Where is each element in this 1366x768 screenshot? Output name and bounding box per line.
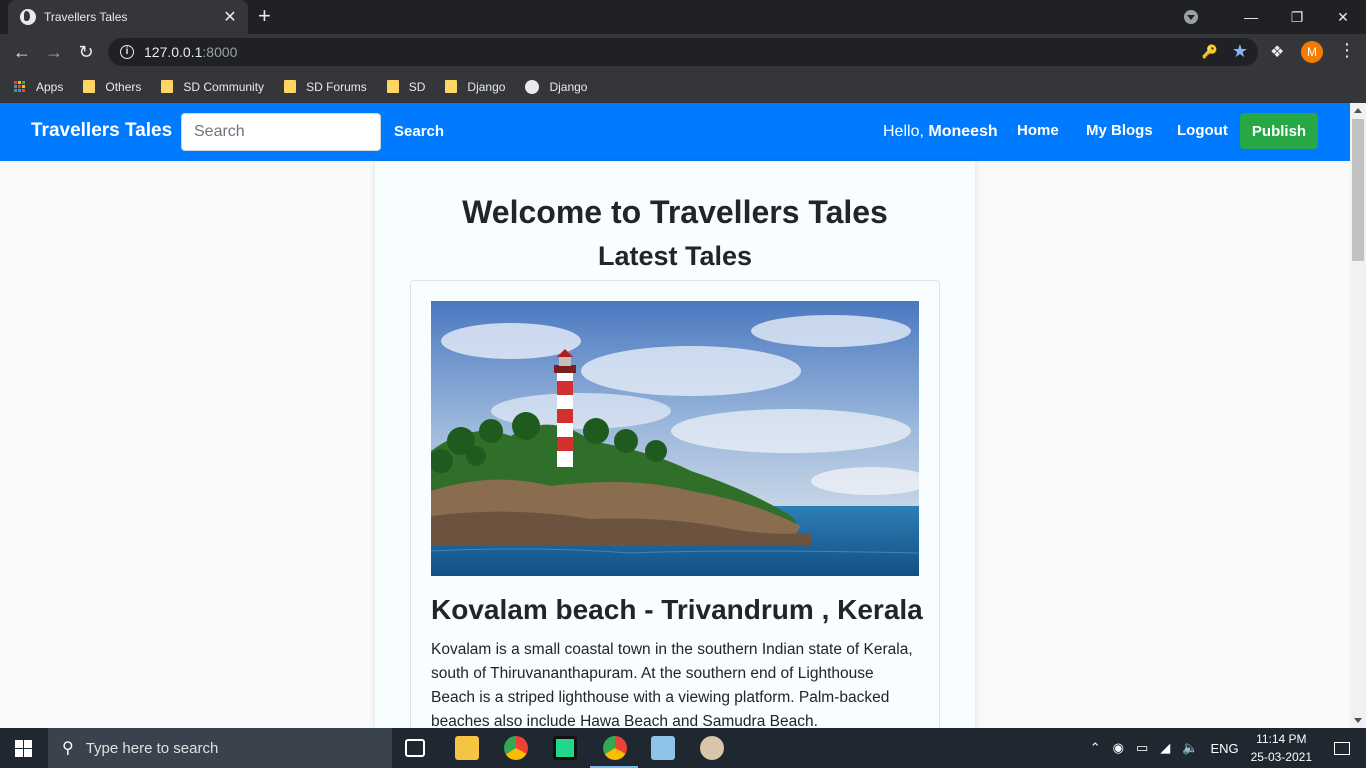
close-window-icon[interactable]: ✕	[1320, 9, 1366, 26]
browser-tab[interactable]: Travellers Tales ✕	[8, 0, 248, 34]
new-tab-button[interactable]: +	[258, 5, 271, 27]
meet-now-icon[interactable]: ◉	[1113, 740, 1124, 756]
bookmark-folder-sd-community[interactable]: SD Community	[161, 80, 264, 94]
bookmark-label: Django	[549, 79, 588, 94]
volume-icon[interactable]: 🔈	[1182, 740, 1198, 756]
page-title: Welcome to Travellers Tales	[462, 194, 888, 230]
battery-icon[interactable]: ▭	[1136, 740, 1148, 756]
language-indicator[interactable]: ENG	[1210, 741, 1238, 756]
username: Moneesh	[928, 123, 998, 140]
minimize-icon[interactable]: —	[1228, 9, 1274, 25]
browser-toolbar: ← → ↻ i 127.0.0.1:8000 🔑 ★ ❖ M ⋮	[0, 34, 1366, 70]
taskbar-search[interactable]: ⚲ Type here to search	[48, 728, 392, 768]
paint-icon[interactable]	[700, 736, 724, 760]
globe-icon	[20, 9, 36, 25]
url-port: :8000	[202, 44, 238, 60]
bookmark-label: SD	[408, 79, 426, 94]
bookmark-label: SD Forums	[306, 79, 367, 94]
task-view-icon[interactable]	[405, 739, 425, 757]
globe-icon	[525, 79, 540, 94]
bookmark-apps[interactable]: Apps	[14, 80, 63, 94]
browser-menu-icon[interactable]: ⋮	[1338, 40, 1356, 61]
chrome-profile-icon[interactable]	[603, 736, 627, 760]
folder-icon	[445, 80, 458, 93]
clock-date: 25-03-2021	[1250, 750, 1312, 764]
scroll-up-icon[interactable]	[1354, 108, 1362, 113]
url-host: 127.0.0.1	[144, 44, 203, 60]
site-navbar: Travellers Tales Search Hello, Moneesh H…	[0, 103, 1350, 161]
scroll-down-icon[interactable]	[1354, 718, 1362, 723]
bookmarks-bar: Apps Others SD Community SD Forums SD Dj…	[0, 70, 1366, 103]
chrome-icon[interactable]	[504, 736, 528, 760]
bookmark-folder-django[interactable]: Django	[445, 80, 505, 94]
pycharm-icon[interactable]	[553, 736, 577, 760]
bookmark-link-django[interactable]: Django	[525, 79, 588, 94]
file-explorer-icon[interactable]	[455, 736, 479, 760]
post-image[interactable]	[431, 301, 919, 576]
tab-search-icon[interactable]	[1184, 10, 1198, 24]
search-input[interactable]	[181, 113, 381, 151]
window-controls: — ❐ ✕	[1184, 0, 1366, 34]
notes-app-icon[interactable]	[651, 736, 675, 760]
brand-link[interactable]: Travellers Tales	[31, 120, 172, 142]
system-tray: ⌃ ◉ ▭ ◢ 🔈 ENG 11:14 PM 25-03-2021	[1090, 728, 1366, 768]
forward-icon[interactable]: →	[42, 40, 66, 64]
notification-center-icon[interactable]	[1334, 741, 1350, 755]
site-info-icon[interactable]: i	[120, 45, 134, 59]
apps-grid-icon	[14, 80, 26, 93]
main-content: Welcome to Travellers Tales Latest Tales	[375, 161, 975, 740]
search-icon: ⚲	[62, 740, 74, 757]
taskbar-clock[interactable]: 11:14 PM 25-03-2021	[1251, 730, 1312, 766]
back-icon[interactable]: ←	[10, 40, 34, 64]
nav-my-blogs-link[interactable]: My Blogs	[1086, 122, 1153, 139]
page-scrollbar[interactable]	[1350, 103, 1366, 728]
bookmark-folder-others[interactable]: Others	[83, 80, 141, 94]
show-hidden-icons-icon[interactable]: ⌃	[1090, 740, 1101, 756]
close-tab-icon[interactable]: ✕	[222, 7, 238, 27]
bookmark-folder-sd[interactable]: SD	[386, 79, 426, 94]
bookmark-label: Others	[105, 79, 142, 94]
wifi-icon[interactable]: ◢	[1160, 740, 1170, 756]
bookmark-label: SD Community	[183, 79, 265, 94]
browser-tab-strip: Travellers Tales ✕ + — ❐ ✕	[0, 0, 1366, 34]
folder-icon	[83, 80, 96, 93]
windows-start-icon[interactable]	[15, 740, 32, 757]
nav-home-link[interactable]: Home	[1017, 122, 1059, 139]
bookmark-star-icon[interactable]: ★	[1232, 41, 1248, 62]
clock-time: 11:14 PM	[1256, 732, 1307, 746]
search-button[interactable]: Search	[394, 123, 444, 140]
profile-avatar[interactable]: M	[1301, 41, 1323, 63]
section-title: Latest Tales	[597, 241, 753, 271]
folder-icon	[284, 80, 297, 93]
publish-button[interactable]: Publish	[1240, 113, 1318, 149]
post-title[interactable]: Kovalam beach - Trivandrum , Kerala	[431, 594, 923, 626]
taskbar-search-placeholder: Type here to search	[85, 739, 219, 757]
bookmark-label: Django	[467, 79, 506, 94]
folder-icon	[161, 80, 174, 93]
post-excerpt: Kovalam is a small coastal town in the s…	[431, 641, 913, 730]
scrollbar-thumb[interactable]	[1352, 119, 1364, 261]
restore-icon[interactable]: ❐	[1274, 9, 1320, 26]
reload-icon[interactable]: ↻	[74, 40, 98, 64]
bookmark-label: Apps	[36, 79, 64, 94]
nav-logout-link[interactable]: Logout	[1177, 122, 1228, 139]
windows-taskbar: ⚲ Type here to search ⌃ ◉ ▭ ◢ 🔈 ENG 11:1…	[0, 728, 1366, 768]
address-bar[interactable]: i 127.0.0.1:8000 🔑 ★	[108, 38, 1258, 66]
bookmark-folder-sd-forums[interactable]: SD Forums	[284, 80, 367, 94]
extensions-puzzle-icon[interactable]: ❖	[1270, 42, 1284, 62]
post-card[interactable]: Kovalam beach - Trivandrum , Kerala Kova…	[410, 280, 940, 740]
greeting: Hello, Moneesh	[883, 123, 998, 141]
folder-icon	[386, 80, 399, 93]
greeting-prefix: Hello,	[883, 123, 924, 140]
tab-title: Travellers Tales	[44, 10, 128, 24]
key-icon[interactable]: 🔑	[1202, 44, 1218, 60]
